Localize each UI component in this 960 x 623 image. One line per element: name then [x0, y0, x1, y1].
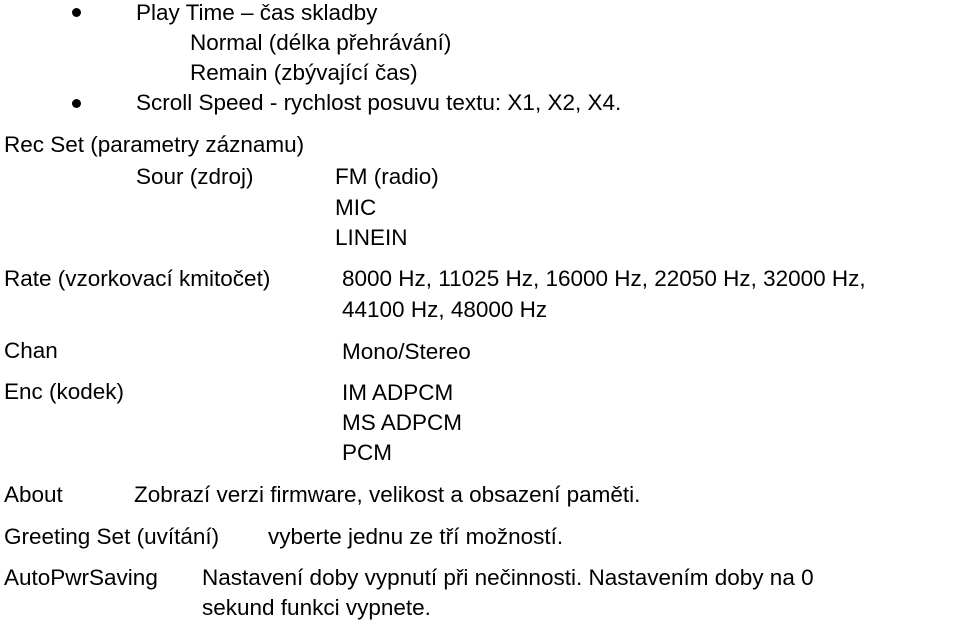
rec-set-heading: Rec Set (parametry záznamu)	[4, 132, 305, 157]
bullet-icon	[72, 99, 81, 108]
enc-label: Enc (kodek)	[4, 379, 125, 404]
play-time-option-normal: Normal (délka přehrávání)	[190, 30, 452, 55]
play-time-option-remain: Remain (zbývající čas)	[190, 60, 418, 85]
greeting-label: Greeting Set (uvítání)	[4, 524, 220, 549]
enc-option-pcm: PCM	[342, 440, 392, 465]
greeting-text: vyberte jednu ze tří možností.	[268, 524, 564, 549]
rate-values-line-1: 8000 Hz, 11025 Hz, 16000 Hz, 22050 Hz, 3…	[342, 266, 866, 291]
source-option-linein: LINEIN	[335, 225, 408, 250]
rate-label: Rate (vzorkovací kmitočet)	[4, 266, 271, 291]
source-option-mic: MIC	[335, 195, 377, 220]
chan-value: Mono/Stereo	[342, 339, 471, 364]
bullet-icon	[72, 8, 81, 17]
scroll-speed-text: Scroll Speed - rychlost posuvu textu: X1…	[136, 90, 622, 115]
enc-option-im-adpcm: IM ADPCM	[342, 380, 454, 405]
about-text: Zobrazí verzi firmware, velikost a obsaz…	[134, 482, 641, 507]
auto-pwr-label: AutoPwrSaving	[4, 565, 158, 590]
auto-pwr-text-line-2: sekund funkci vypnete.	[202, 595, 431, 620]
source-option-fm: FM (radio)	[335, 164, 439, 189]
rate-values-line-2: 44100 Hz, 48000 Hz	[342, 297, 548, 322]
source-label: Sour (zdroj)	[136, 164, 254, 189]
enc-option-ms-adpcm: MS ADPCM	[342, 410, 463, 435]
chan-label: Chan	[4, 338, 58, 363]
auto-pwr-text-line-1: Nastavení doby vypnutí při nečinnosti. N…	[202, 565, 814, 590]
play-time-heading: Play Time – čas skladby	[136, 0, 378, 25]
about-label: About	[4, 482, 63, 507]
